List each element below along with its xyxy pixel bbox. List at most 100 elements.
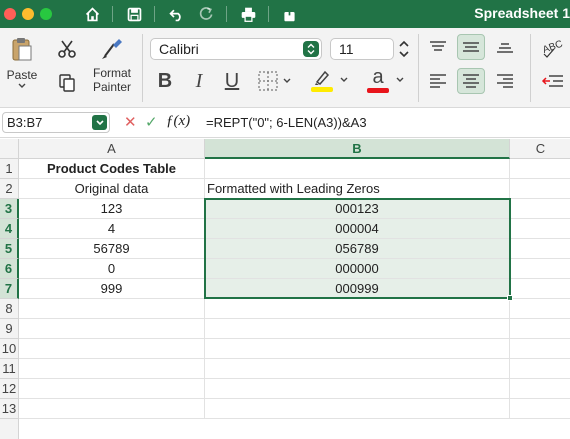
copy-button[interactable] [54, 70, 80, 96]
row-header-5[interactable]: 5 [0, 239, 19, 259]
row-header-7[interactable]: 7 [0, 279, 19, 299]
row-header-4[interactable]: 4 [0, 219, 19, 239]
cell-a9[interactable] [19, 319, 205, 339]
cell-c7[interactable] [510, 279, 570, 299]
borders-button[interactable] [254, 68, 296, 94]
cell-a11[interactable] [19, 359, 205, 379]
cell-b8[interactable] [205, 299, 510, 319]
cell-b2[interactable]: Formatted with Leading Zeros [205, 179, 510, 199]
undo-icon[interactable] [166, 4, 186, 24]
align-bottom-button[interactable] [491, 34, 519, 60]
spreadsheet-grid[interactable]: A B C 1 2 3 4 5 6 7 8 9 10 11 12 13 Prod… [0, 139, 570, 439]
cell-c4[interactable] [510, 219, 570, 239]
cell-b13[interactable] [205, 399, 510, 419]
row-header-11[interactable]: 11 [0, 359, 19, 379]
cell-b10[interactable] [205, 339, 510, 359]
cell-c10[interactable] [510, 339, 570, 359]
highlight-color-swatch [311, 87, 333, 92]
cell-a10[interactable] [19, 339, 205, 359]
cell-c8[interactable] [510, 299, 570, 319]
column-header-c[interactable]: C [510, 139, 570, 159]
align-middle-button[interactable] [457, 34, 485, 60]
row-header-9[interactable]: 9 [0, 319, 19, 339]
maximize-window-button[interactable] [40, 8, 52, 20]
cell-a7[interactable]: 999 [19, 279, 205, 299]
close-window-button[interactable] [4, 8, 16, 20]
cell-b5[interactable]: 056789 [205, 239, 510, 259]
font-name-select[interactable]: Calibri [150, 38, 322, 60]
italic-button[interactable]: I [186, 68, 212, 94]
row-header-2[interactable]: 2 [0, 179, 19, 199]
cell-b11[interactable] [205, 359, 510, 379]
bold-button[interactable]: B [152, 68, 178, 94]
formula-input[interactable]: =REPT("0"; 6-LEN(A3))&A3 [206, 115, 367, 130]
format-painter-button[interactable]: Format Painter [90, 36, 134, 94]
decrease-indent-icon [541, 75, 563, 87]
home-icon[interactable] [82, 4, 102, 24]
cell-b4[interactable]: 000004 [205, 219, 510, 239]
cell-b3[interactable]: 000123 [205, 199, 510, 219]
select-all-corner[interactable] [0, 139, 19, 159]
row-header-1[interactable]: 1 [0, 159, 19, 179]
decrease-indent-button[interactable] [536, 68, 570, 94]
cell-c1[interactable] [510, 159, 570, 179]
underline-button[interactable]: U [218, 68, 246, 94]
insert-function-button[interactable]: ƒ(x) [166, 113, 190, 130]
minimize-window-button[interactable] [22, 8, 34, 20]
row-header-6[interactable]: 6 [0, 259, 19, 279]
font-size-field[interactable]: 11 [330, 38, 394, 60]
align-top-button[interactable] [424, 34, 452, 60]
cell-a6[interactable]: 0 [19, 259, 205, 279]
font-size-stepper[interactable] [397, 38, 411, 60]
align-left-button[interactable] [424, 68, 452, 94]
cell-b12[interactable] [205, 379, 510, 399]
confirm-formula-icon[interactable]: ✓ [145, 113, 158, 131]
cell-c9[interactable] [510, 319, 570, 339]
highlight-color-button[interactable] [306, 64, 354, 96]
align-middle-icon [463, 42, 479, 52]
fill-handle[interactable] [507, 295, 513, 301]
cell-a8[interactable] [19, 299, 205, 319]
cell-a2[interactable]: Original data [19, 179, 205, 199]
font-color-button[interactable]: a [362, 64, 410, 96]
share-icon[interactable] [279, 4, 299, 24]
save-icon[interactable] [124, 4, 144, 24]
cell-c12[interactable] [510, 379, 570, 399]
format-painter-label-2: Painter [92, 80, 132, 94]
column-header-a[interactable]: A [19, 139, 205, 159]
redo-icon[interactable] [196, 4, 216, 24]
cell-b7[interactable]: 000999 [205, 279, 510, 299]
print-icon[interactable] [238, 4, 258, 24]
spelling-button[interactable]: ABC [536, 34, 570, 60]
stepper-arrows-icon [399, 40, 409, 58]
ribbon: Paste Format Painter Calibri 11 B I U a … [0, 28, 570, 108]
cell-c11[interactable] [510, 359, 570, 379]
row-header-8[interactable]: 8 [0, 299, 19, 319]
cell-b9[interactable] [205, 319, 510, 339]
cell-a12[interactable] [19, 379, 205, 399]
column-header-b[interactable]: B [205, 139, 510, 159]
row-header-13[interactable]: 13 [0, 399, 19, 419]
cell-b1[interactable] [205, 159, 510, 179]
row-header-10[interactable]: 10 [0, 339, 19, 359]
cell-a3[interactable]: 123 [19, 199, 205, 219]
cell-a4[interactable]: 4 [19, 219, 205, 239]
cell-c13[interactable] [510, 399, 570, 419]
cell-c6[interactable] [510, 259, 570, 279]
cancel-formula-icon[interactable]: ✕ [124, 113, 137, 131]
row-header-3[interactable]: 3 [0, 199, 19, 219]
paste-button[interactable]: Paste [6, 36, 38, 90]
name-box[interactable]: B3:B7 [2, 112, 110, 133]
cell-c5[interactable] [510, 239, 570, 259]
cut-button[interactable] [54, 36, 80, 62]
align-right-button[interactable] [491, 68, 519, 94]
row-header-12[interactable]: 12 [0, 379, 19, 399]
chevron-down-icon [396, 77, 404, 82]
align-center-button[interactable] [457, 68, 485, 94]
cell-b6[interactable]: 000000 [205, 259, 510, 279]
cell-c3[interactable] [510, 199, 570, 219]
cell-a1[interactable]: Product Codes Table [19, 159, 205, 179]
cell-a5[interactable]: 56789 [19, 239, 205, 259]
cell-c2[interactable] [510, 179, 570, 199]
cell-a13[interactable] [19, 399, 205, 419]
